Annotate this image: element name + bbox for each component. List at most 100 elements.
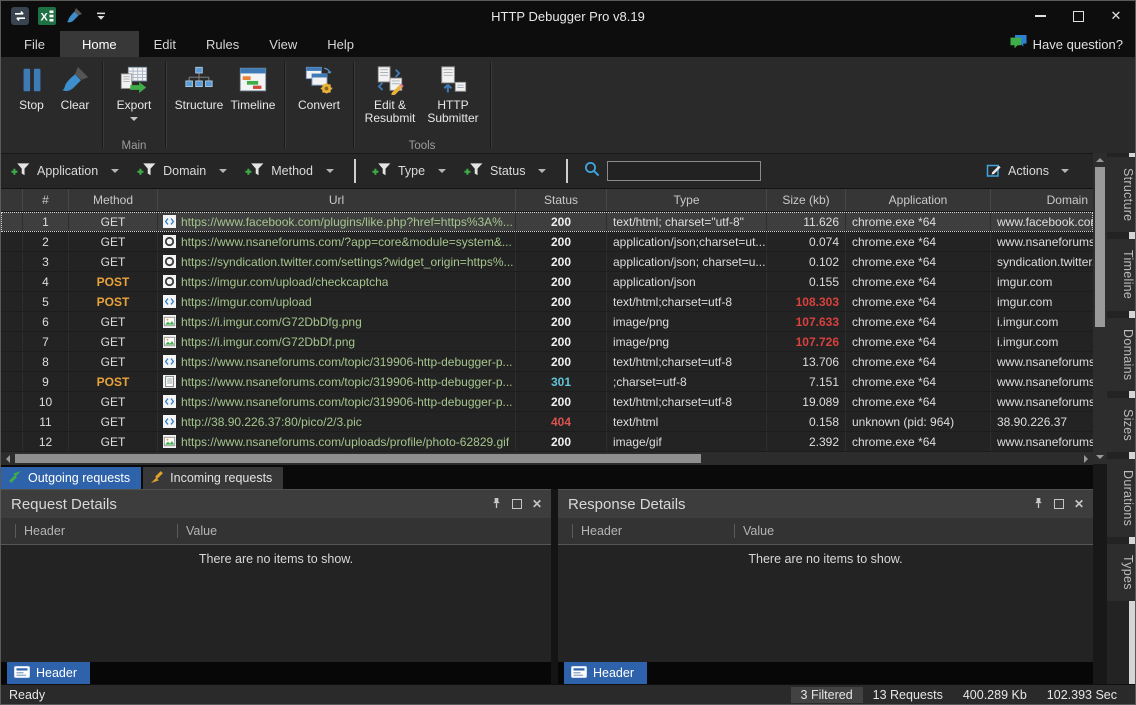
search-input[interactable]: [607, 161, 761, 181]
menu-item-rules[interactable]: Rules: [191, 31, 254, 57]
filters: Application Domain Method Type Status: [11, 159, 584, 183]
method-cell: GET: [69, 252, 158, 271]
tab-incoming-requests[interactable]: Incoming requests: [143, 467, 283, 489]
value-column-label[interactable]: Value: [177, 524, 217, 538]
header-tab[interactable]: Header: [7, 662, 90, 684]
row-number: 5: [23, 292, 69, 311]
table-row[interactable]: 1GEThttps://www.facebook.com/plugins/lik…: [1, 212, 1093, 232]
url-text: https://syndication.twitter.com/settings…: [181, 255, 514, 269]
domain-cell: www.nsaneforums.com: [991, 432, 1093, 451]
http-submitter-button[interactable]: HTTP Submitter: [421, 64, 485, 125]
table-row[interactable]: 7GEThttps://i.imgur.com/G72DbDf.png200im…: [1, 332, 1093, 352]
status-cell: 200: [516, 312, 607, 331]
menu-item-edit[interactable]: Edit: [139, 31, 191, 57]
timeline-button[interactable]: Timeline: [227, 64, 279, 112]
table-row[interactable]: 10GEThttps://www.nsaneforums.com/topic/3…: [1, 392, 1093, 412]
column-header-size-kb[interactable]: Size (kb): [767, 189, 846, 211]
side-tab-sizes[interactable]: Sizes: [1107, 398, 1135, 452]
table-row[interactable]: 5POSThttps://imgur.com/upload200text/htm…: [1, 292, 1093, 312]
application-cell: chrome.exe *64: [846, 432, 991, 451]
maximize-panel-icon[interactable]: [512, 499, 522, 509]
have-question-link[interactable]: Have question?: [1010, 31, 1135, 57]
url-type-image-icon: [163, 435, 176, 448]
excel-icon[interactable]: X: [38, 7, 56, 25]
table-row[interactable]: 11GEThttp://38.90.226.37:80/pico/2/3.pic…: [1, 412, 1093, 432]
filter-application[interactable]: Application: [11, 162, 119, 180]
menu-item-file[interactable]: File: [9, 31, 60, 57]
app-window: X HTTP Debugger Pro v8.19 ✕ FileHomeEdit…: [0, 0, 1136, 705]
menu-item-home[interactable]: Home: [60, 31, 139, 57]
column-header-domain[interactable]: Domain: [991, 189, 1093, 211]
convert-button[interactable]: Convert: [290, 64, 348, 112]
column-header-[interactable]: #: [23, 189, 69, 211]
url-cell: https://www.nsaneforums.com/?app=core&mo…: [158, 232, 516, 251]
structure-button[interactable]: Structure: [171, 64, 227, 112]
edit-resubmit-icon: [374, 65, 406, 95]
menu-item-help[interactable]: Help: [312, 31, 369, 57]
ribbon-group-main: ExportMain: [105, 57, 163, 153]
side-tab-domains[interactable]: Domains: [1107, 318, 1135, 391]
table-row[interactable]: 3GEThttps://syndication.twitter.com/sett…: [1, 252, 1093, 272]
column-header-type[interactable]: Type: [607, 189, 767, 211]
value-column-label[interactable]: Value: [734, 524, 774, 538]
row-gutter: [1, 272, 23, 291]
table-row[interactable]: 9POSThttps://www.nsaneforums.com/topic/3…: [1, 372, 1093, 392]
scroll-up-arrow[interactable]: [1093, 153, 1107, 166]
filter-type[interactable]: Type: [372, 162, 446, 180]
chevron-down-icon: [219, 169, 227, 177]
maximize-panel-icon[interactable]: [1054, 499, 1064, 509]
export-button[interactable]: Export: [108, 64, 160, 125]
url-text: https://i.imgur.com/G72DbDfg.png: [181, 315, 362, 329]
close-button[interactable]: ✕: [1097, 1, 1135, 31]
pin-icon[interactable]: [491, 496, 502, 513]
ribbon: StopClearExportMainStructureTimelineConv…: [1, 57, 1135, 153]
vertical-scroll-thumb[interactable]: [1095, 167, 1105, 327]
close-panel-icon[interactable]: ✕: [532, 497, 542, 511]
column-header-application[interactable]: Application: [846, 189, 991, 211]
close-panel-icon[interactable]: ✕: [1074, 497, 1084, 511]
side-tab-structure[interactable]: Structure: [1107, 157, 1135, 232]
domain-cell: i.imgur.com: [991, 332, 1093, 351]
size-cell: 107.726: [767, 332, 846, 351]
filter-domain[interactable]: Domain: [137, 162, 227, 180]
menu-item-view[interactable]: View: [254, 31, 312, 57]
table-row[interactable]: 8GEThttps://www.nsaneforums.com/topic/31…: [1, 352, 1093, 372]
table-row[interactable]: 2GEThttps://www.nsaneforums.com/?app=cor…: [1, 232, 1093, 252]
type-cell: image/png: [607, 312, 767, 331]
pin-icon[interactable]: [1033, 496, 1044, 513]
brush-icon[interactable]: [65, 7, 83, 25]
maximize-button[interactable]: [1059, 1, 1097, 31]
table-row[interactable]: 12GEThttps://www.nsaneforums.com/uploads…: [1, 432, 1093, 452]
edit-resubmit-button[interactable]: Edit & Resubmit: [359, 64, 421, 125]
request-table: 1GEThttps://www.facebook.com/plugins/lik…: [1, 212, 1093, 452]
button-label: HTTP Submitter: [427, 99, 478, 125]
horizontal-scroll-thumb[interactable]: [15, 454, 701, 463]
swap-icon[interactable]: [11, 7, 29, 25]
scroll-left-arrow[interactable]: [1, 452, 14, 465]
actions-button[interactable]: Actions: [986, 162, 1069, 181]
side-tab-types[interactable]: Types: [1107, 544, 1135, 601]
qat-dropdown-icon[interactable]: [92, 7, 110, 25]
status-cell: 200: [516, 352, 607, 371]
side-tab-timeline[interactable]: Timeline: [1107, 239, 1135, 310]
filter-method[interactable]: Method: [245, 162, 334, 180]
header-column-label[interactable]: Header: [572, 524, 734, 538]
header-column-label[interactable]: Header: [15, 524, 177, 538]
tab-outgoing-requests[interactable]: Outgoing requests: [1, 467, 141, 489]
scroll-down-arrow[interactable]: [1093, 451, 1107, 464]
scroll-right-arrow[interactable]: [1080, 452, 1093, 465]
method-cell: POST: [69, 372, 158, 391]
column-header-method[interactable]: Method: [69, 189, 158, 211]
stop-button[interactable]: Stop: [10, 64, 53, 112]
url-type-circle-icon: [163, 275, 176, 288]
table-row[interactable]: 4POSThttps://imgur.com/upload/checkcaptc…: [1, 272, 1093, 292]
header-tab[interactable]: Header: [564, 662, 647, 684]
clear-button[interactable]: Clear: [53, 64, 97, 112]
column-header-url[interactable]: Url: [158, 189, 516, 211]
column-header-status[interactable]: Status: [516, 189, 607, 211]
filter-status[interactable]: Status: [464, 162, 546, 180]
table-row[interactable]: 6GEThttps://i.imgur.com/G72DbDfg.png200i…: [1, 312, 1093, 332]
ribbon-group-tools: Edit & ResubmitHTTP SubmitterTools: [356, 57, 488, 153]
minimize-button[interactable]: [1021, 1, 1059, 31]
side-tab-durations[interactable]: Durations: [1107, 459, 1135, 537]
